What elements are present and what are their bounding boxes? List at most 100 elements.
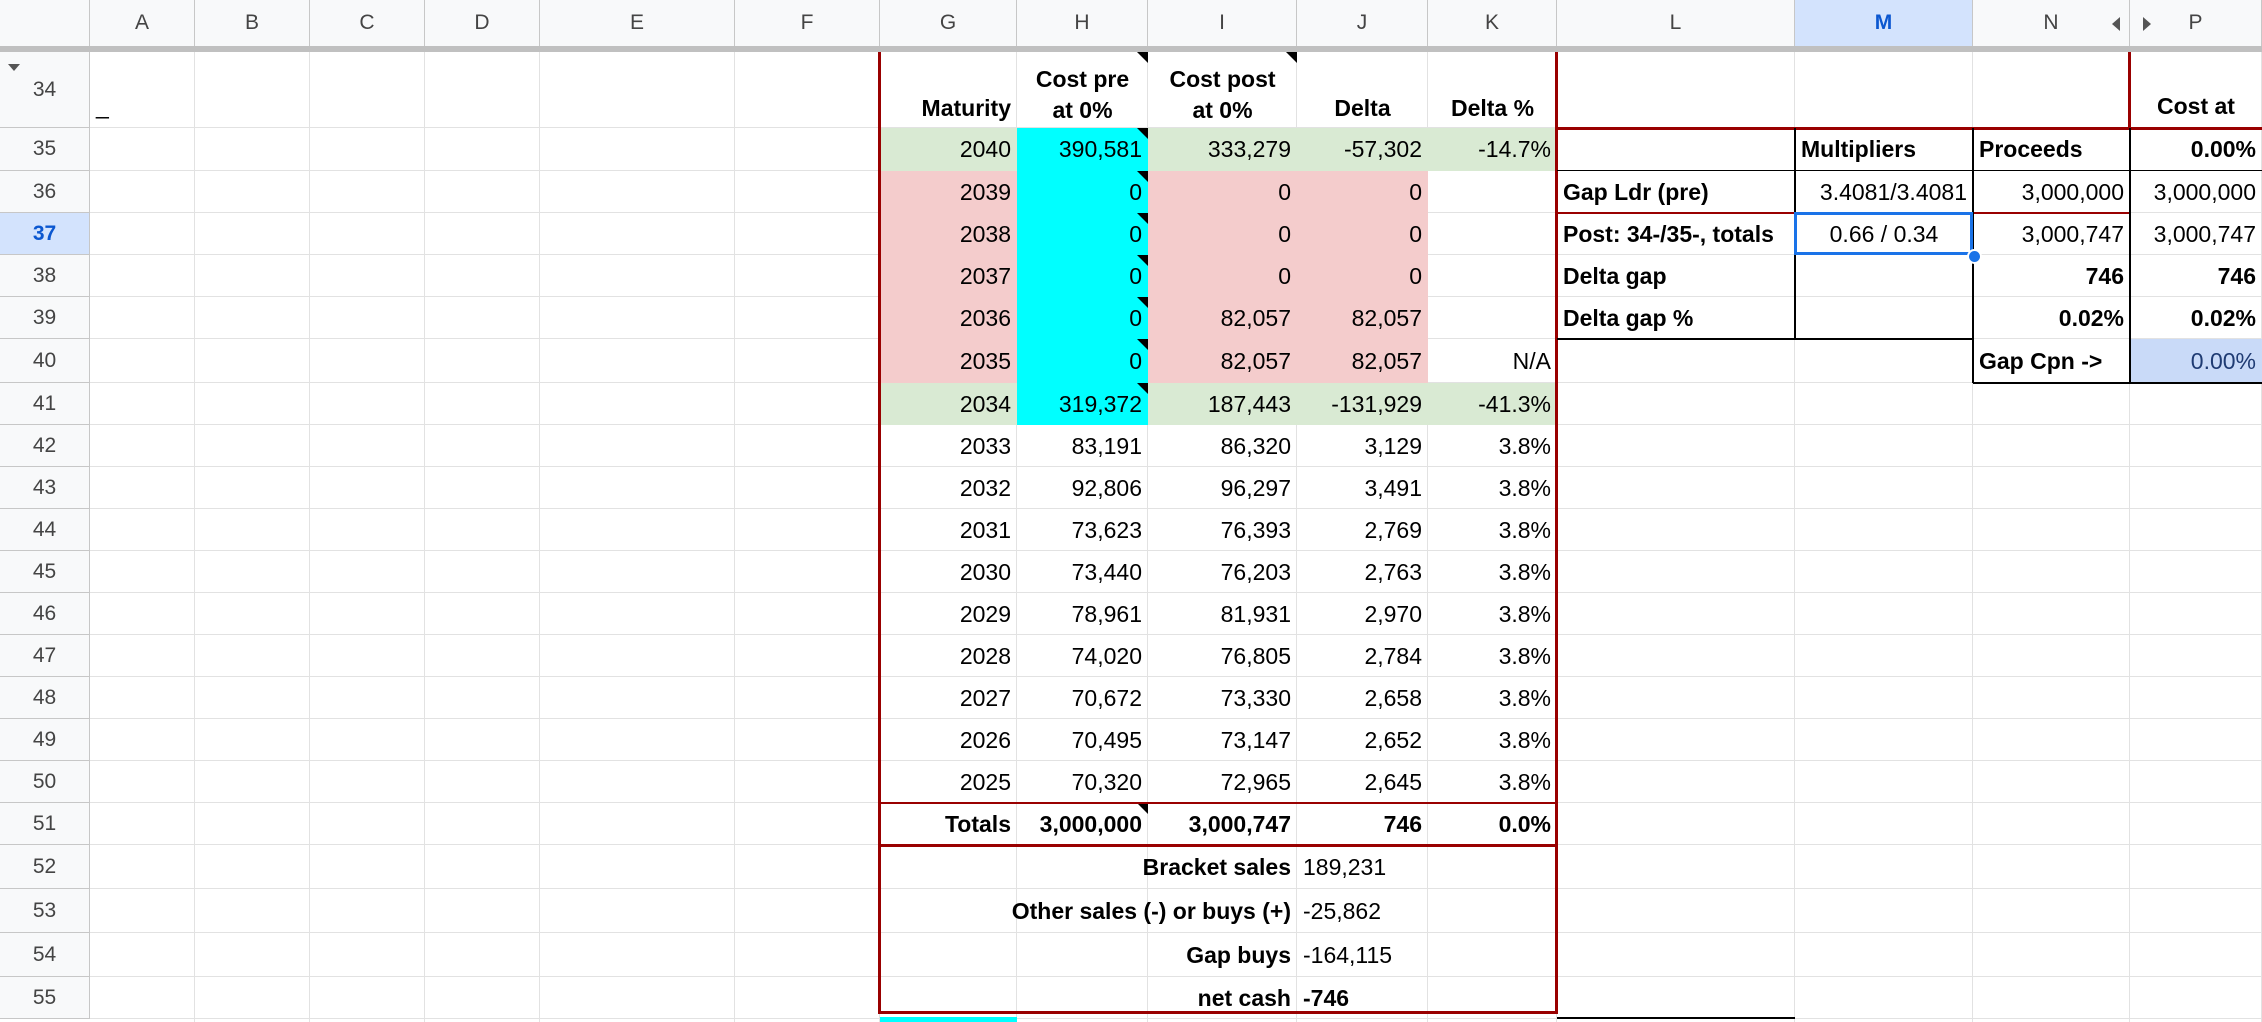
maturity-year[interactable]: 2038 (880, 213, 1017, 255)
cost-post-cell[interactable]: 0 (1148, 171, 1297, 213)
delta-cell[interactable]: 82,057 (1297, 339, 1428, 383)
delta-cell[interactable]: 3,129 (1297, 425, 1428, 467)
column-header-b[interactable]: B (195, 0, 310, 46)
row-header-40[interactable]: 40 (0, 339, 90, 383)
delta-cell[interactable]: 2,763 (1297, 551, 1428, 593)
cost-post-cell[interactable]: 76,393 (1148, 509, 1297, 551)
column-header-n[interactable]: N (1973, 0, 2130, 46)
cash-label[interactable]: Bracket sales (880, 845, 1297, 889)
header-cost-post[interactable]: Cost post at 0% (1148, 52, 1297, 128)
cost-pre-cell[interactable]: 70,320 (1017, 761, 1148, 803)
cost-post-cell[interactable]: 76,203 (1148, 551, 1297, 593)
maturity-year[interactable]: 2040 (880, 128, 1017, 171)
side-row-label[interactable]: Post: 34-/35-, totals (1557, 213, 1795, 255)
cost-pre-cell[interactable]: 83,191 (1017, 425, 1148, 467)
cash-value[interactable]: -25,862 (1297, 889, 1428, 933)
cash-label[interactable]: Other sales (-) or buys (+) (880, 889, 1297, 933)
delta-cell[interactable]: -131,929 (1297, 383, 1428, 425)
scroll-left-icon[interactable] (2112, 17, 2120, 31)
maturity-year[interactable]: 2025 (880, 761, 1017, 803)
delta-cell[interactable]: 2,784 (1297, 635, 1428, 677)
cost-pre-cell[interactable]: 92,806 (1017, 467, 1148, 509)
column-header-g[interactable]: G (880, 0, 1017, 46)
cost-post-cell[interactable]: 86,320 (1148, 425, 1297, 467)
side-row-cost[interactable]: 3,000,747 (2130, 213, 2262, 255)
side-row-proceeds[interactable]: 746 (1973, 255, 2130, 297)
fill-handle[interactable] (1967, 249, 1982, 264)
gap-cpn-value[interactable]: 0.00% (2130, 339, 2262, 383)
delta-cell[interactable]: -57,302 (1297, 128, 1428, 171)
delta-cell[interactable]: 2,658 (1297, 677, 1428, 719)
cost-pre-cell[interactable]: 0 (1017, 339, 1148, 383)
maturity-year[interactable]: 2030 (880, 551, 1017, 593)
delta-cell[interactable]: 0 (1297, 213, 1428, 255)
column-header-m[interactable]: M (1795, 0, 1973, 46)
row-header-53[interactable]: 53 (0, 889, 90, 933)
collapse-arrow-icon[interactable] (8, 64, 20, 71)
delta-pct-cell[interactable]: 3.8% (1428, 593, 1557, 635)
maturity-year[interactable]: 2034 (880, 383, 1017, 425)
row-header-43[interactable]: 43 (0, 467, 90, 509)
delta-pct-cell[interactable]: N/A (1428, 339, 1557, 383)
row-header-54[interactable]: 54 (0, 933, 90, 977)
delta-pct-cell[interactable] (1428, 297, 1557, 339)
cash-value[interactable]: -164,115 (1297, 933, 1428, 977)
row-header-42[interactable]: 42 (0, 425, 90, 467)
header-cost-at[interactable]: Cost at (2130, 52, 2262, 128)
maturity-year[interactable]: 2029 (880, 593, 1017, 635)
totals-post[interactable]: 3,000,747 (1148, 803, 1297, 845)
column-header-a[interactable]: A (90, 0, 195, 46)
delta-pct-cell[interactable] (1428, 213, 1557, 255)
side-row-multiplier[interactable] (1795, 297, 1973, 339)
row-header-55[interactable]: 55 (0, 977, 90, 1019)
cost-post-cell[interactable]: 82,057 (1148, 297, 1297, 339)
side-row-label[interactable]: Gap Ldr (pre) (1557, 171, 1795, 213)
row-header-44[interactable]: 44 (0, 509, 90, 551)
gap-cpn-label[interactable]: Gap Cpn -> (1973, 339, 2130, 383)
cost-pre-cell[interactable]: 73,440 (1017, 551, 1148, 593)
row-header-47[interactable]: 47 (0, 635, 90, 677)
cost-pre-cell[interactable]: 74,020 (1017, 635, 1148, 677)
cost-pre-cell[interactable]: 0 (1017, 171, 1148, 213)
delta-pct-cell[interactable]: 3.8% (1428, 425, 1557, 467)
cost-pre-cell[interactable]: 0 (1017, 297, 1148, 339)
delta-cell[interactable]: 3,491 (1297, 467, 1428, 509)
delta-pct-cell[interactable] (1428, 171, 1557, 213)
multipliers-header[interactable]: Multipliers (1795, 128, 1973, 171)
column-header-e[interactable]: E (540, 0, 735, 46)
row-header-49[interactable]: 49 (0, 719, 90, 761)
column-header-c[interactable]: C (310, 0, 425, 46)
row-header-50[interactable]: 50 (0, 761, 90, 803)
side-row-proceeds[interactable]: 3,000,747 (1973, 213, 2130, 255)
side-row-proceeds[interactable]: 0.02% (1973, 297, 2130, 339)
side-row-cost[interactable]: 746 (2130, 255, 2262, 297)
row-header-48[interactable]: 48 (0, 677, 90, 719)
cost-pre-cell[interactable]: 0 (1017, 213, 1148, 255)
cost-pre-cell[interactable]: 319,372 (1017, 383, 1148, 425)
maturity-year[interactable]: 2037 (880, 255, 1017, 297)
cost-post-cell[interactable]: 187,443 (1148, 383, 1297, 425)
cash-value[interactable]: 189,231 (1297, 845, 1428, 889)
delta-cell[interactable]: 82,057 (1297, 297, 1428, 339)
cost-post-cell[interactable]: 76,805 (1148, 635, 1297, 677)
delta-pct-cell[interactable]: 3.8% (1428, 551, 1557, 593)
column-header-h[interactable]: H (1017, 0, 1148, 46)
row-header-52[interactable]: 52 (0, 845, 90, 889)
delta-cell[interactable]: 0 (1297, 171, 1428, 213)
cost-pre-cell[interactable]: 0 (1017, 255, 1148, 297)
column-header-f[interactable]: F (735, 0, 880, 46)
totals-delta[interactable]: 746 (1297, 803, 1428, 845)
totals-pre[interactable]: 3,000,000 (1017, 803, 1148, 845)
delta-pct-cell[interactable] (1428, 255, 1557, 297)
corner-cell[interactable] (0, 0, 90, 46)
header-cost-pre[interactable]: Cost pre at 0% (1017, 52, 1148, 128)
delta-pct-cell[interactable]: -41.3% (1428, 383, 1557, 425)
cost-post-cell[interactable]: 0 (1148, 255, 1297, 297)
delta-cell[interactable]: 2,645 (1297, 761, 1428, 803)
row-header-35[interactable]: 35 (0, 128, 90, 171)
cost-post-cell[interactable]: 73,147 (1148, 719, 1297, 761)
maturity-year[interactable]: 2028 (880, 635, 1017, 677)
row-header-37[interactable]: 37 (0, 213, 90, 255)
maturity-year[interactable]: 2031 (880, 509, 1017, 551)
cash-label[interactable]: Gap buys (880, 933, 1297, 977)
